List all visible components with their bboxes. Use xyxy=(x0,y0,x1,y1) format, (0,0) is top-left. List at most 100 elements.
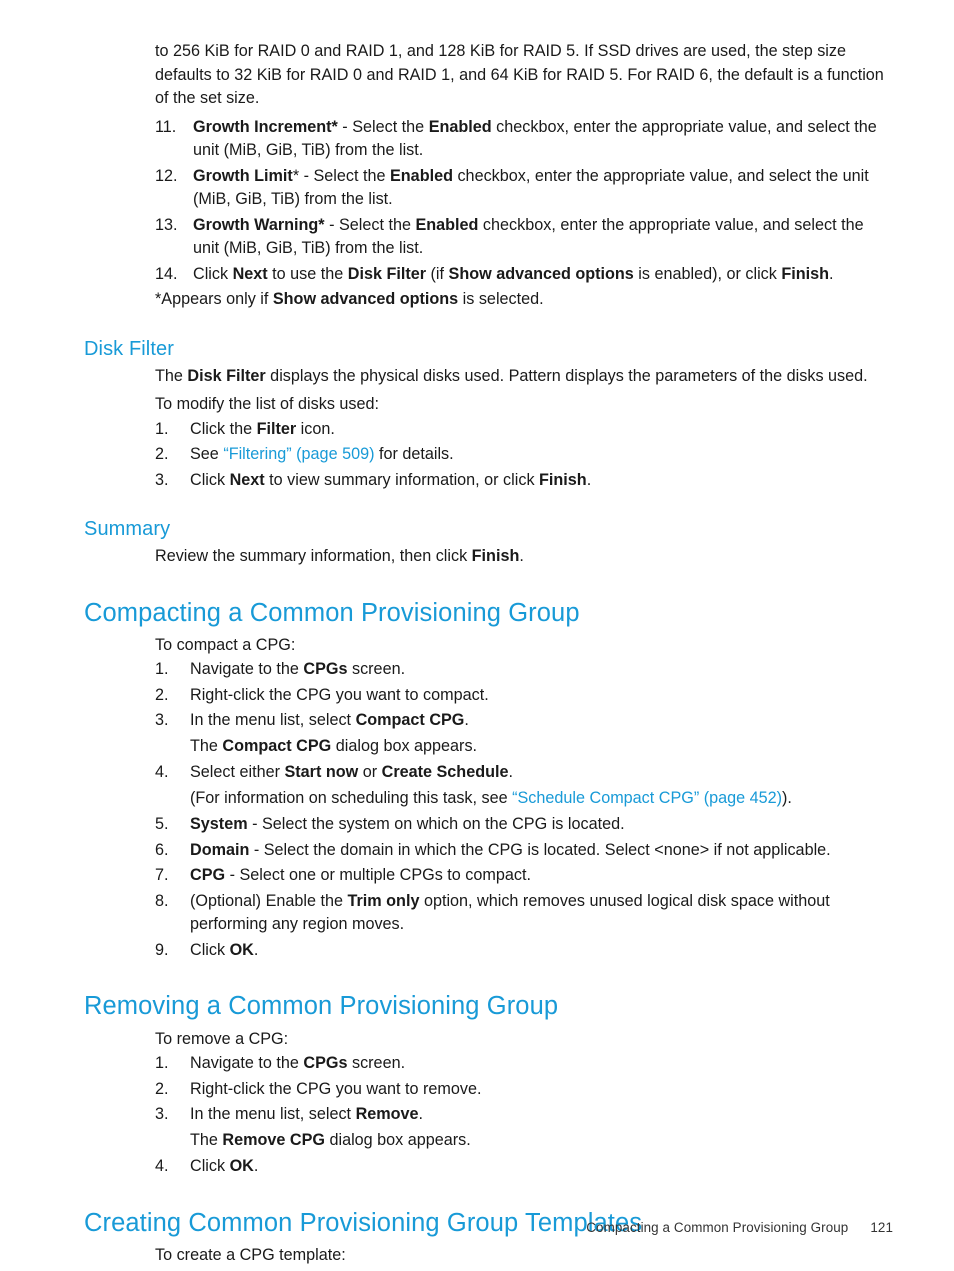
step-number: 4. xyxy=(155,1157,169,1176)
step-item: 1. Navigate to the CPGs screen. xyxy=(155,658,893,682)
step-text: Click OK. xyxy=(190,1157,258,1175)
step-item: 9. Click OK. xyxy=(155,939,893,963)
text-run: - Select the xyxy=(324,215,416,234)
compacting-block: To compact a CPG: 1. Navigate to the CPGs… xyxy=(155,634,893,963)
emphasis-term: Start now xyxy=(284,763,359,782)
step-number: 5. xyxy=(155,815,169,834)
emphasis-term: Enabled xyxy=(428,117,492,136)
removing-steps: 1. Navigate to the CPGs screen. 2. Right-cl… xyxy=(155,1052,893,1179)
text-run: In the menu list, select xyxy=(190,1105,356,1124)
text-run: (For information on scheduling this task… xyxy=(190,788,513,807)
text-run: Click xyxy=(190,470,230,489)
disk-filter-intro: The Disk Filter displays the physical di… xyxy=(155,365,893,389)
step-item: 12. Growth Limit* - Select the Enabled ch… xyxy=(155,165,893,212)
cross-reference-link[interactable]: “Filtering” (page 509) xyxy=(223,445,374,463)
creating-templates-lead-in: To create a CPG template: xyxy=(155,1245,346,1264)
step-item: 2. Right-click the CPG you want to remove… xyxy=(155,1078,893,1102)
summary-paragraph: Review the summary information, then cli… xyxy=(155,545,893,569)
text-run: The xyxy=(190,736,223,755)
step-item: 13. Growth Warning* - Select the Enabled … xyxy=(155,214,893,261)
step-text: Right-click the CPG you want to compact. xyxy=(190,686,489,704)
footnote-prefix: *Appears only if xyxy=(155,290,273,308)
text-run: . xyxy=(829,264,834,283)
step-text: See “Filtering” (page 509) for details. xyxy=(190,445,454,463)
step-number: 12. xyxy=(155,166,178,185)
emphasis-term: Enabled xyxy=(415,215,479,234)
text-run: Click xyxy=(193,264,233,283)
heading-compacting-cpg: Compacting a Common Provisioning Group xyxy=(84,598,580,627)
step-note: The Compact CPG dialog box appears. xyxy=(155,735,893,759)
step-item: 3. Click Next to view summary information… xyxy=(155,469,893,493)
emphasis-term: Create Schedule xyxy=(381,763,509,782)
step-text: CPG - Select one or multiple CPGs to com… xyxy=(190,866,531,884)
text-run: . xyxy=(418,1105,424,1124)
text-run: ). xyxy=(782,788,792,807)
step-text: Growth Limit* - Select the Enabled check… xyxy=(193,167,869,209)
text-run: The xyxy=(190,1130,223,1149)
text-run: Right-click the CPG you want to remove. xyxy=(190,1079,482,1098)
emphasis-term: Remove CPG xyxy=(222,1130,325,1149)
emphasis-term: CPGs xyxy=(303,1054,348,1073)
step-number: 2. xyxy=(155,445,169,463)
compacting-lead-in: To compact a CPG: xyxy=(155,635,296,654)
compacting-steps: 1. Navigate to the CPGs screen. 2. Right-cl… xyxy=(155,658,893,962)
step-text: Navigate to the CPGs screen. xyxy=(190,1054,405,1072)
step-text: In the menu list, select Remove. xyxy=(190,1105,423,1123)
footer-section-title: Compacting a Common Provisioning Group xyxy=(586,1220,849,1235)
text-run: - Select one or multiple CPGs to compact… xyxy=(225,866,531,885)
emphasis-term: Compact CPG xyxy=(222,736,332,755)
step-item: 2. See “Filtering” (page 509) for details… xyxy=(155,443,893,467)
cross-reference-link[interactable]: “Schedule Compact CPG” (page 452) xyxy=(512,789,782,807)
text-run: screen. xyxy=(347,1054,406,1073)
step-item: 4. Click OK. xyxy=(155,1155,893,1179)
emphasis-term: Filter xyxy=(256,419,297,438)
step-number: 13. xyxy=(155,215,178,234)
text-run: Navigate to the xyxy=(190,660,304,679)
step-number: 3. xyxy=(155,470,169,489)
text-run: Click the xyxy=(190,419,257,438)
text-run: (Optional) Enable the xyxy=(190,891,348,910)
step-text: Growth Increment* - Select the Enabled c… xyxy=(193,118,877,160)
creating-templates-block: To create a CPG template: xyxy=(155,1244,893,1268)
text-run: dialog box appears. xyxy=(324,1130,471,1149)
step-text: In the menu list, select Compact CPG. xyxy=(190,711,469,729)
text-run: . xyxy=(253,1157,259,1176)
step-text: Growth Warning* - Select the Enabled che… xyxy=(193,216,864,258)
text-run: - Select the system on which on the CPG … xyxy=(247,815,625,834)
step-item: 3. In the menu list, select Remove. xyxy=(155,1103,893,1127)
step-number: 8. xyxy=(155,891,169,910)
text-run: * - Select the xyxy=(292,166,390,185)
step-note: The Remove CPG dialog box appears. xyxy=(155,1129,893,1153)
step-item: 1. Navigate to the CPGs screen. xyxy=(155,1052,893,1076)
text-run: to view summary information, or click xyxy=(264,470,540,489)
step-number: 14. xyxy=(155,264,178,283)
step-number: 3. xyxy=(155,1105,169,1124)
numbered-steps-continued: 11. Growth Increment* - Select the Enable… xyxy=(155,116,893,287)
emphasis-term: Growth Warning* xyxy=(193,215,325,234)
page-footer: Compacting a Common Provisioning Group 12… xyxy=(0,1220,893,1235)
document-page: to 256 KiB for RAID 0 and RAID 1, and 12… xyxy=(0,0,954,1271)
step-text: System - Select the system on which on t… xyxy=(190,815,625,833)
emphasis-term: System xyxy=(190,815,248,834)
emphasis-term: OK xyxy=(229,940,254,959)
emphasis-term: Remove xyxy=(355,1105,419,1124)
intro-block: to 256 KiB for RAID 0 and RAID 1, and 12… xyxy=(155,40,893,111)
emphasis-term: Growth Limit xyxy=(193,166,293,185)
step-number: 2. xyxy=(155,1079,169,1098)
summary-block: Review the summary information, then cli… xyxy=(155,545,893,569)
text-run: dialog box appears. xyxy=(331,736,478,755)
heading-disk-filter: Disk Filter xyxy=(84,337,174,360)
step-item: 6. Domain - Select the domain in which th… xyxy=(155,839,893,863)
text-run: In the menu list, select xyxy=(190,711,356,730)
emphasis-term: OK xyxy=(229,1157,254,1176)
emphasis-term: Growth Increment* xyxy=(193,117,338,136)
text-run: is enabled), or click xyxy=(633,264,782,283)
step-note: (For information on scheduling this task… xyxy=(155,787,893,811)
step-text: (Optional) Enable the Trim only option, … xyxy=(190,892,830,934)
emphasis-term: Finish xyxy=(471,547,520,565)
text-run: displays the physical disks used. Patter… xyxy=(265,366,868,385)
step-item: 4. Select either Start now or Create Sche… xyxy=(155,761,893,785)
emphasis-term: CPG xyxy=(190,866,226,885)
step-item: 14. Click Next to use the Disk Filter (if… xyxy=(155,263,893,287)
disk-filter-block: The Disk Filter displays the physical di… xyxy=(155,365,893,493)
